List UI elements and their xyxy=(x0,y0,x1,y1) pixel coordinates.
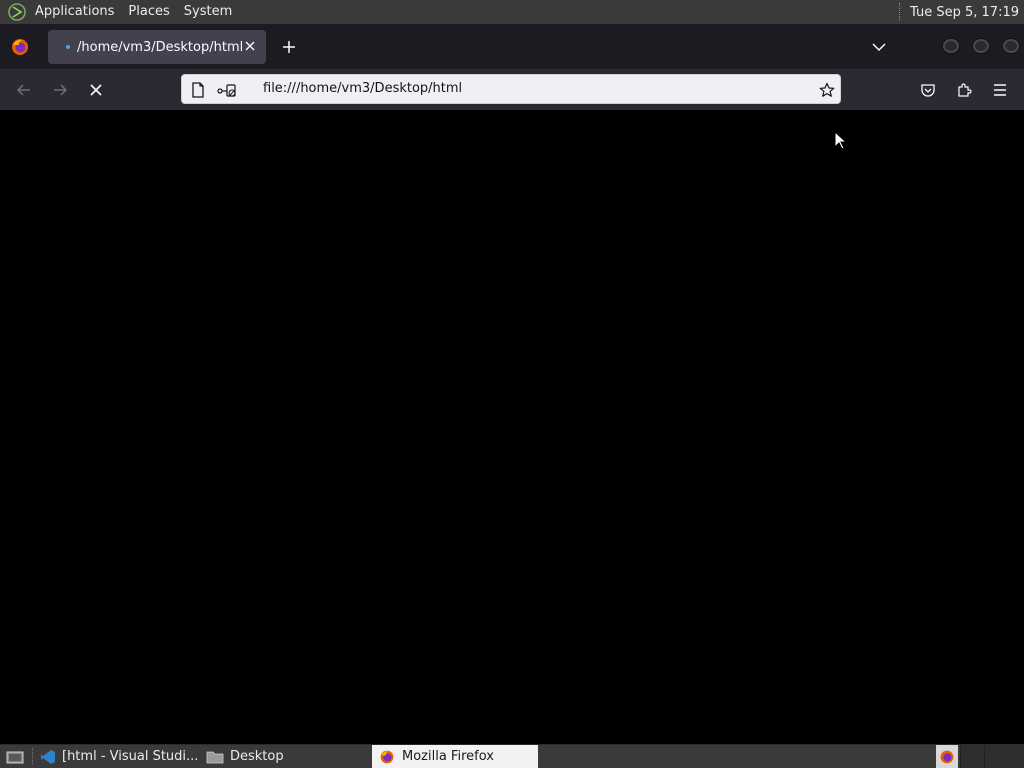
show-desktop-button[interactable] xyxy=(0,745,30,768)
taskbar-item-label: Desktop xyxy=(230,749,284,764)
tab-html[interactable]: /home/vm3/Desktop/html xyxy=(48,30,266,64)
tab-title: /home/vm3/Desktop/html xyxy=(77,39,244,55)
navigation-toolbar: file:///home/vm3/Desktop/html xyxy=(0,69,1024,110)
top-panel: Applications Places System Tue Sep 5, 17… xyxy=(0,0,1024,24)
bookmark-star-icon[interactable] xyxy=(818,81,836,99)
close-tab-icon[interactable] xyxy=(242,38,258,54)
url-text[interactable]: file:///home/vm3/Desktop/html xyxy=(263,75,462,103)
page-content[interactable] xyxy=(0,110,1024,744)
taskbar-item-firefox[interactable]: Mozilla Firefox xyxy=(372,745,538,768)
places-menu[interactable]: Places xyxy=(121,0,176,24)
show-desktop-icon xyxy=(6,748,24,766)
taskbar-item-label: [html - Visual Studi... xyxy=(62,749,199,764)
taskbar-item-desktop[interactable]: Desktop xyxy=(200,745,366,768)
permissions-icon[interactable] xyxy=(216,81,236,99)
taskbar: [html - Visual Studi... Desktop Mozilla … xyxy=(0,744,1024,768)
hamburger-menu-icon[interactable] xyxy=(989,79,1011,101)
mouse-cursor-icon xyxy=(834,131,848,150)
firefox-icon xyxy=(938,748,956,766)
panel-grip xyxy=(899,3,902,21)
minimize-window-button[interactable] xyxy=(943,39,959,53)
maximize-window-button[interactable] xyxy=(973,39,989,53)
firefox-icon xyxy=(378,748,396,766)
system-menu[interactable]: System xyxy=(177,0,239,24)
close-window-button[interactable] xyxy=(1003,39,1019,53)
extensions-puzzle-icon[interactable] xyxy=(953,79,975,101)
back-button[interactable] xyxy=(13,79,35,101)
loading-dot-icon xyxy=(66,45,70,49)
folder-icon xyxy=(206,748,224,766)
workspace-1-firefox-thumbnail[interactable] xyxy=(936,745,958,768)
clock[interactable]: Tue Sep 5, 17:19 xyxy=(910,5,1024,20)
applications-menu[interactable]: Applications xyxy=(28,0,121,24)
vscode-icon xyxy=(40,748,56,766)
forward-button[interactable] xyxy=(49,79,71,101)
firefox-icon[interactable] xyxy=(10,37,30,57)
address-bar[interactable]: file:///home/vm3/Desktop/html xyxy=(181,74,841,104)
workspace-3[interactable] xyxy=(984,745,1024,768)
page-info-icon[interactable] xyxy=(189,81,207,99)
new-tab-button[interactable] xyxy=(280,38,298,56)
pocket-button[interactable] xyxy=(917,79,939,101)
distro-logo-icon[interactable] xyxy=(6,1,28,23)
tab-bar: /home/vm3/Desktop/html xyxy=(0,24,1024,69)
stop-loading-button[interactable] xyxy=(85,79,107,101)
taskbar-item-label: Mozilla Firefox xyxy=(402,749,494,764)
list-all-tabs-chevron-down-icon[interactable] xyxy=(870,38,888,56)
taskbar-item-vscode[interactable]: [html - Visual Studi... xyxy=(34,745,198,768)
